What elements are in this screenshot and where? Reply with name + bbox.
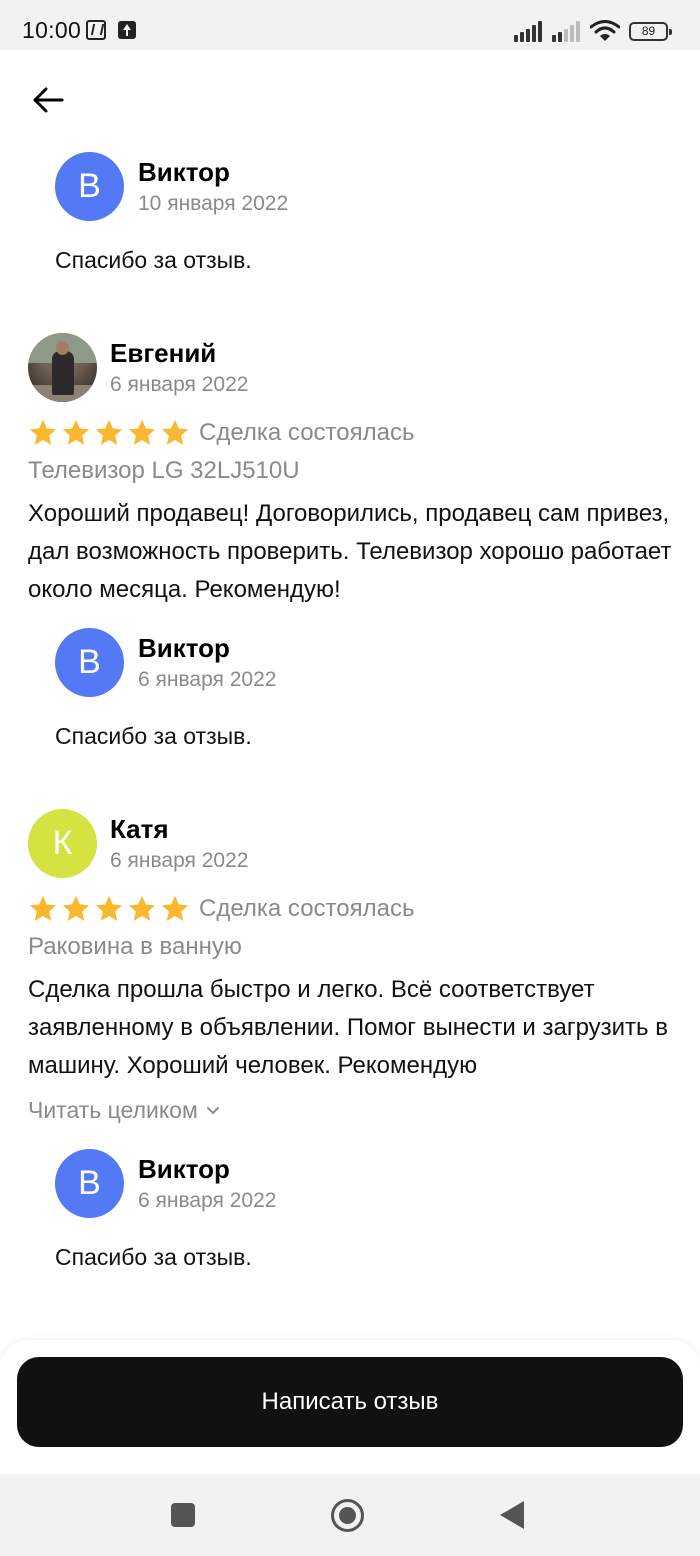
avatar[interactable]: К [28,809,97,878]
reply-date: 10 января 2022 [138,192,289,215]
avatar: В [55,628,124,697]
recent-apps-button[interactable] [171,1503,195,1527]
write-review-label: Написать отзыв [261,1388,439,1415]
rating-stars [28,894,190,924]
reply-date: 6 января 2022 [138,1189,277,1212]
battery-level: 89 [641,24,656,38]
avatar: В [55,152,124,221]
reply-author-name: Виктор [138,157,230,187]
read-more-label: Читать целиком [28,1097,198,1123]
avatar-letter: К [52,824,73,862]
review-date: 6 января 2022 [110,373,249,396]
star-icon [161,419,189,445]
battery-icon: 89 [629,22,672,41]
avatar-letter: В [78,1164,101,1202]
arrow-left-icon [33,87,64,113]
review-date: 6 января 2022 [110,849,249,872]
rating-stars [28,418,190,448]
avatar-letter: В [78,643,101,681]
read-more-link[interactable]: Читать целиком [28,1097,220,1124]
review-author-name[interactable]: Евгений [110,338,216,369]
star-icon [128,419,156,445]
reply-author-name: Виктор [138,633,230,663]
review-text: Хороший продавец! Договорились, продавец… [28,500,672,603]
avatar: В [55,1149,124,1218]
reply-date: 6 января 2022 [138,668,277,691]
reply-text: Спасибо за отзыв. [55,723,252,749]
review-text: Сделка прошла быстро и легко. Всё соотве… [28,976,668,1079]
star-icon [29,895,57,921]
deal-status: Сделка состоялась [199,895,415,922]
avatar[interactable] [28,333,97,402]
reply-text: Спасибо за отзыв. [55,247,252,273]
wifi-icon [590,20,620,41]
write-review-button[interactable]: Написать отзыв [17,1357,683,1447]
review-item-title: Раковина в ванную [28,933,242,960]
reply-text: Спасибо за отзыв. [55,1244,252,1270]
star-icon [161,895,189,921]
signal-icon [514,20,546,42]
star-icon [128,895,156,921]
chevron-down-icon [206,1106,219,1114]
back-button[interactable] [28,80,68,120]
system-nav-bar [0,1474,700,1556]
upload-icon [118,21,136,39]
status-time: 10:00 [22,17,82,43]
star-icon [62,419,90,445]
deal-status: Сделка состоялась [199,419,415,446]
avatar-letter: В [78,167,101,205]
system-back-button[interactable] [500,1501,524,1529]
review-item-title: Телевизор LG 32LJ510U [28,457,300,484]
star-icon [95,895,123,921]
star-icon [29,419,57,445]
home-button[interactable] [331,1499,364,1532]
review-author-name[interactable]: Катя [110,814,169,845]
star-icon [95,419,123,445]
reply-author-name: Виктор [138,1154,230,1184]
status-bar: 10:00 89 [0,0,700,50]
nfc-icon [86,20,106,40]
star-icon [62,895,90,921]
signal-icon-2 [552,20,584,42]
